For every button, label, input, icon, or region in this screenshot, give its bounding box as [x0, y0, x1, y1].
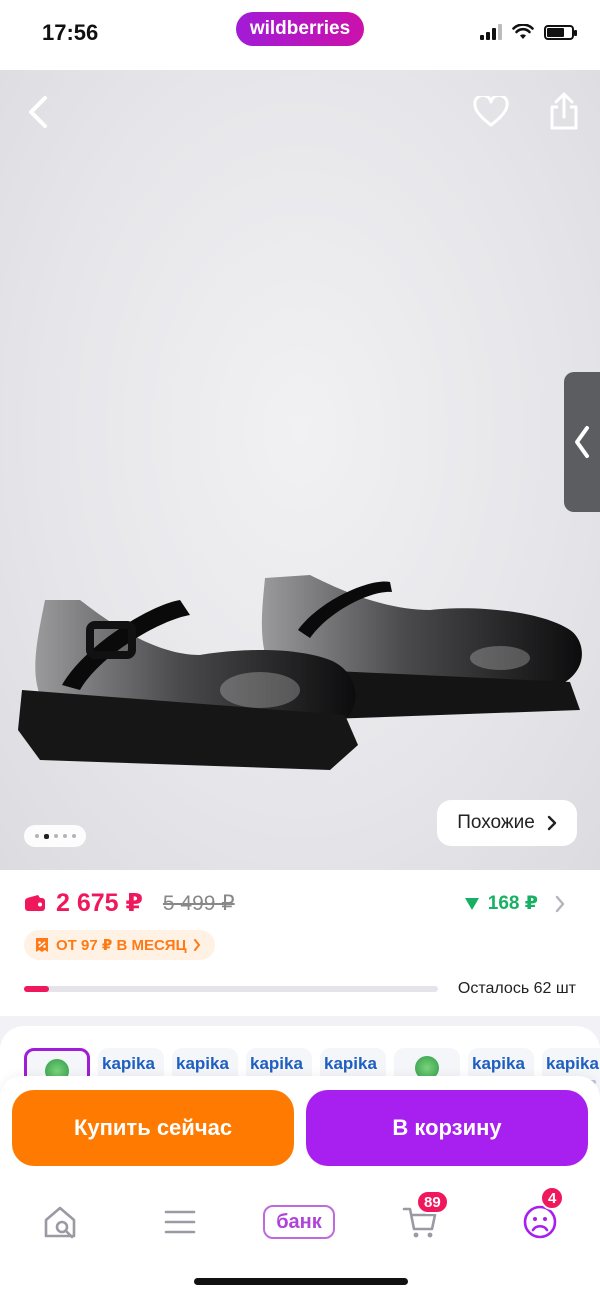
stock-progress-fill	[24, 986, 49, 992]
installment-label: ОТ 97 ₽ В МЕСЯЦ	[56, 937, 187, 954]
wallet-icon	[25, 895, 45, 911]
old-price: 5 499 ₽	[162, 891, 235, 915]
favorite-button[interactable]	[472, 94, 510, 130]
home-indicator	[194, 1278, 408, 1285]
stock-progress-bar	[24, 986, 438, 992]
thumbnail-brand-logo: kapika	[546, 1054, 599, 1073]
bank-label: банк	[263, 1205, 335, 1239]
chevron-right-icon	[555, 895, 565, 912]
tab-home[interactable]	[30, 1194, 90, 1250]
profile-count-badge: 4	[540, 1186, 565, 1210]
similar-button[interactable]: Похожие	[437, 800, 577, 846]
gallery-pagination	[24, 825, 86, 847]
status-time: 17:56	[42, 20, 99, 45]
price-card: 2 675 ₽ 5 499 ₽ 168 ₽ ОТ 97 ₽ В МЕСЯЦ Ос…	[0, 870, 600, 1016]
cashback-link[interactable]: 168 ₽	[464, 892, 566, 915]
chevron-left-icon	[575, 426, 589, 458]
tab-catalog[interactable]	[150, 1194, 210, 1250]
current-price: 2 675 ₽	[56, 889, 143, 917]
thumbnail-brand-logo: kapika	[472, 1054, 525, 1073]
buy-now-button[interactable]: Купить сейчас	[12, 1090, 294, 1166]
tab-cart[interactable]: 89	[390, 1190, 450, 1250]
side-panel-tab[interactable]	[564, 372, 600, 512]
tab-bank[interactable]: банк	[262, 1194, 336, 1250]
installment-icon	[36, 938, 48, 952]
status-icons	[480, 24, 577, 40]
cart-count-badge: 89	[416, 1190, 449, 1214]
installment-badge[interactable]: ОТ 97 ₽ В МЕСЯЦ	[24, 930, 215, 960]
add-to-cart-button[interactable]: В корзину	[306, 1090, 588, 1166]
cashback-value: 168 ₽	[487, 893, 538, 914]
menu-icon	[164, 1210, 196, 1234]
thumbnail-brand-logo: kapika	[250, 1054, 303, 1073]
product-gallery[interactable]: Похожие	[0, 70, 600, 870]
thumbnail-brand-logo: kapika	[324, 1054, 377, 1073]
battery-icon	[544, 24, 577, 40]
back-button[interactable]	[20, 92, 56, 132]
down-arrow-icon	[464, 897, 479, 910]
share-button[interactable]	[546, 90, 582, 132]
back-icon	[29, 96, 47, 128]
wifi-icon	[512, 24, 534, 39]
stock-remaining: Осталось 62 шт	[457, 980, 576, 997]
chevron-right-icon	[547, 815, 556, 831]
share-icon	[550, 92, 578, 130]
tab-profile[interactable]: 4	[510, 1186, 570, 1250]
thumbnail-brand-logo: kapika	[102, 1054, 155, 1073]
home-search-icon	[44, 1206, 76, 1239]
cellular-signal-icon	[480, 24, 502, 40]
chevron-right-icon	[193, 939, 200, 951]
heart-icon	[473, 96, 509, 127]
product-image	[18, 575, 582, 770]
bottom-tab-bar: банк 89 4	[0, 1186, 600, 1297]
action-bar: Купить сейчас В корзину	[0, 1076, 600, 1186]
brand-logo[interactable]: wildberries	[236, 12, 364, 46]
status-bar: 17:56 wildberries	[0, 0, 600, 70]
similar-label: Похожие	[457, 812, 535, 833]
thumbnail-brand-logo: kapika	[176, 1054, 229, 1073]
price-row: 2 675 ₽ 5 499 ₽	[24, 888, 235, 918]
